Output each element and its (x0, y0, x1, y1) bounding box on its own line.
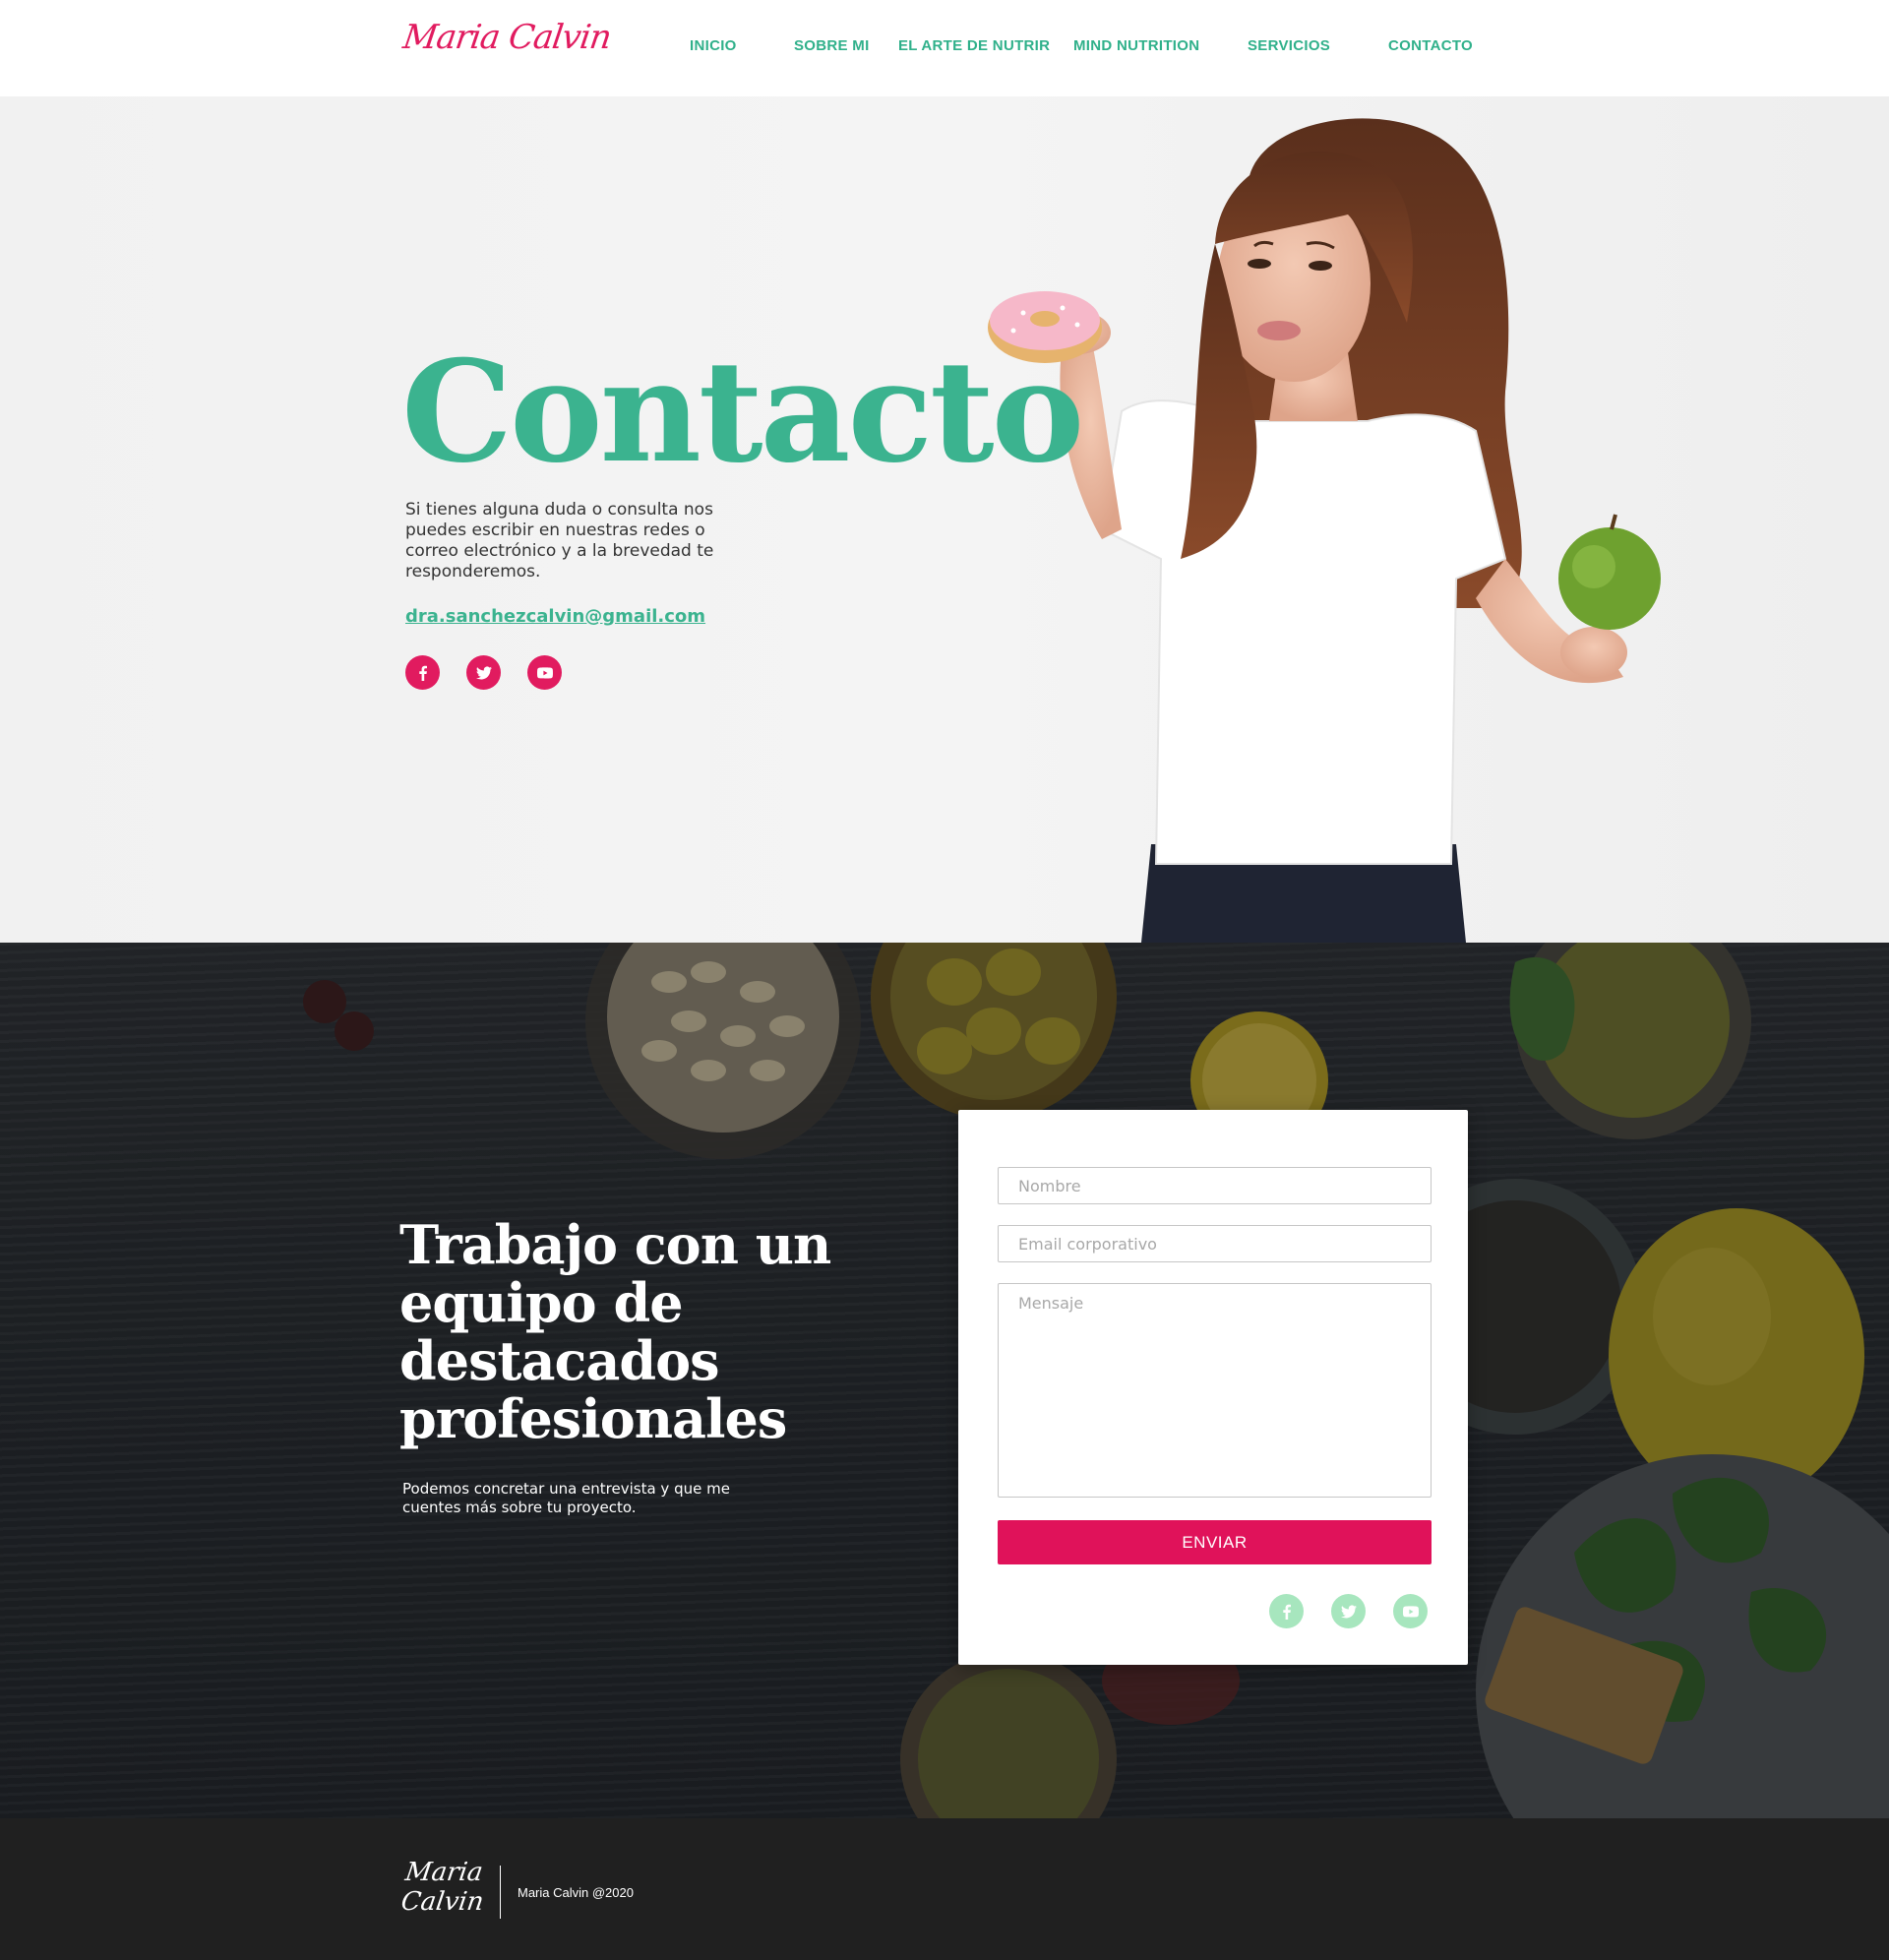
contact-section-description: Podemos concretar una entrevista y que m… (402, 1480, 730, 1516)
nav-item-contacto[interactable]: CONTACTO (1388, 37, 1473, 54)
contact-form: ENVIAR (958, 1110, 1468, 1665)
name-field[interactable] (998, 1167, 1432, 1204)
hero-description: Si tienes alguna duda o consulta nos pue… (405, 500, 714, 582)
contact-section-title: Trabajo con un equipo de destacados prof… (399, 1213, 831, 1450)
hero-photo-woman (988, 118, 1661, 943)
email-field[interactable] (998, 1225, 1432, 1262)
nav-item-inicio[interactable]: INICIO (690, 37, 737, 54)
contact-section: Trabajo con un equipo de destacados prof… (0, 943, 1889, 1818)
site-footer: Maria Calvin Maria Calvin @2020 (0, 1818, 1889, 1960)
youtube-icon[interactable] (1393, 1594, 1428, 1628)
hero-social-links (405, 655, 562, 690)
page-title: Contacto (401, 331, 1084, 494)
site-header: Maria Calvin INICIO SOBRE MI EL ARTE DE … (0, 0, 1889, 96)
contact-email-link[interactable]: dra.sanchezcalvin@gmail.com (405, 606, 705, 627)
twitter-icon[interactable] (1331, 1594, 1366, 1628)
form-social-links (1269, 1594, 1428, 1628)
hero-section: Contacto Si tienes alguna duda o consult… (0, 96, 1889, 943)
food-background-image (0, 943, 1889, 1818)
footer-copyright: Maria Calvin @2020 (518, 1885, 634, 1900)
message-field[interactable] (998, 1283, 1432, 1498)
nav-item-el-arte-de-nutrir[interactable]: EL ARTE DE NUTRIR (898, 37, 1050, 54)
main-nav: INICIO SOBRE MI EL ARTE DE NUTRIR MIND N… (0, 37, 1889, 57)
facebook-icon[interactable] (1269, 1594, 1304, 1628)
twitter-icon[interactable] (466, 655, 501, 690)
youtube-icon[interactable] (527, 655, 562, 690)
footer-divider (500, 1866, 501, 1919)
nav-item-sobre-mi[interactable]: SOBRE MI (794, 37, 870, 54)
nav-item-mind-nutrition[interactable]: MIND NUTRITION (1073, 37, 1199, 54)
send-button[interactable]: ENVIAR (998, 1520, 1432, 1564)
facebook-icon[interactable] (405, 655, 440, 690)
nav-item-servicios[interactable]: SERVICIOS (1248, 37, 1330, 54)
footer-logo[interactable]: Maria Calvin (399, 1858, 496, 1917)
